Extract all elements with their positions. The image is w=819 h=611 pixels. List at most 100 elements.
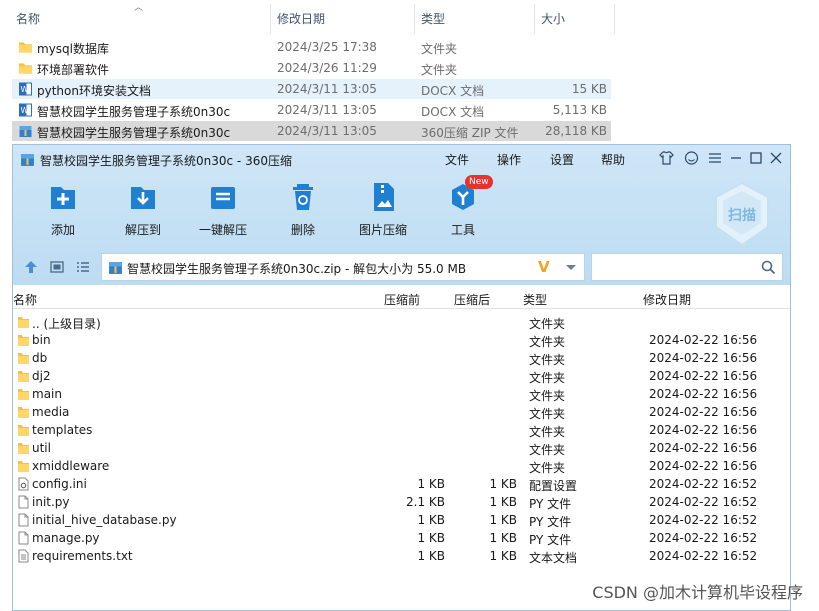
column-date[interactable]: 修改日期 <box>643 291 691 308</box>
item-name: util <box>32 441 51 455</box>
item-type: 配置设置 <box>529 479 578 493</box>
list-item[interactable]: xmiddleware 文件夹 2024-02-22 16:56 <box>13 457 790 475</box>
column-type[interactable]: 类型 <box>421 10 445 27</box>
scan-button[interactable]: 扫描 <box>707 179 777 249</box>
column-name[interactable]: 名称 <box>13 291 37 308</box>
search-input[interactable] <box>591 253 783 281</box>
list-item[interactable]: dj2 文件夹 2024-02-22 16:56 <box>13 367 790 385</box>
column-date[interactable]: 修改日期 <box>277 10 325 27</box>
zip-archive-icon <box>21 154 34 166</box>
minimize-icon[interactable] <box>728 150 744 166</box>
explorer-column-header: ︿ 名称 修改日期 类型 大小 <box>0 0 615 34</box>
file-date: 2024/3/26 11:29 <box>277 61 377 75</box>
word-doc-icon: W <box>19 103 32 117</box>
menu-icon[interactable] <box>707 150 723 166</box>
item-date: 2024-02-22 16:56 <box>649 423 758 437</box>
list-item[interactable]: config.ini 1 KB 1 KB 配置设置 2024-02-22 16:… <box>13 475 790 493</box>
file-type: 文件夹 <box>421 63 458 77</box>
item-type: 文件夹 <box>529 461 566 475</box>
item-type: PY 文件 <box>529 515 572 529</box>
list-view-icon[interactable] <box>76 260 90 274</box>
list-item[interactable]: bin 文件夹 2024-02-22 16:56 <box>13 331 790 349</box>
explorer-row-env[interactable]: 环境部署软件 2024/3/26 11:29 文件夹 <box>12 58 611 78</box>
item-size-before: 1 KB <box>417 531 445 545</box>
column-type[interactable]: 类型 <box>523 291 547 308</box>
archive-list-header: 名称 压缩前 压缩后 类型 修改日期 <box>13 287 790 309</box>
skin-icon[interactable] <box>658 150 674 166</box>
archive-path-field[interactable]: 智慧校园学生服务管理子系统0n30c.zip - 解包大小为 55.0 MB V <box>101 253 585 281</box>
list-item[interactable]: requirements.txt 1 KB 1 KB 文本文档 2024-02-… <box>13 547 790 565</box>
folder-icon <box>18 389 29 400</box>
list-item[interactable]: templates 文件夹 2024-02-22 16:56 <box>13 421 790 439</box>
item-size-before: 1 KB <box>417 549 445 563</box>
column-before[interactable]: 压缩前 <box>384 291 420 308</box>
file-name: 环境部署软件 <box>37 63 110 77</box>
extract-to-button[interactable]: 解压到 <box>111 181 175 241</box>
column-name[interactable]: 名称 <box>16 10 40 27</box>
explorer-row-python-doc[interactable]: W python环境安装文档 2024/3/11 13:05 DOCX 文档 1… <box>12 79 611 99</box>
extract-to-label: 解压到 <box>124 223 161 237</box>
file-name: 智慧校园学生服务管理子系统0n30c <box>37 126 231 140</box>
item-name: xmiddleware <box>32 459 110 473</box>
column-divider[interactable] <box>614 4 615 34</box>
column-divider[interactable] <box>414 4 415 34</box>
list-item[interactable]: init.py 2.1 KB 1 KB PY 文件 2024-02-22 16:… <box>13 493 790 511</box>
file-explorer: ︿ 名称 修改日期 类型 大小 mysql数据库 2024/3/25 17:38… <box>0 0 819 150</box>
feedback-icon[interactable] <box>683 150 699 166</box>
one-click-extract-button[interactable]: 一键解压 <box>191 181 255 241</box>
item-size-before: 2.1 KB <box>406 495 445 509</box>
file-name: 智慧校园学生服务管理子系统0n30c <box>37 105 231 119</box>
new-badge: New <box>465 175 493 189</box>
folder-icon <box>18 335 29 346</box>
image-compress-button[interactable]: 图片压缩 <box>351 181 415 241</box>
close-icon[interactable] <box>768 150 784 166</box>
menu-help[interactable]: 帮助 <box>601 151 625 168</box>
delete-button[interactable]: 删除 <box>271 181 335 241</box>
image-compress-label: 图片压缩 <box>358 223 407 237</box>
title-bar[interactable]: 智慧校园学生服务管理子系统0n30c - 360压缩 文件 操作 设置 帮助 <box>13 145 790 173</box>
item-type: 文件夹 <box>529 389 566 403</box>
scan-label: 扫描 <box>728 208 756 224</box>
list-item[interactable]: main 文件夹 2024-02-22 16:56 <box>13 385 790 403</box>
search-icon[interactable] <box>761 260 776 275</box>
chevron-down-icon[interactable] <box>564 260 578 274</box>
window-title: 智慧校园学生服务管理子系统0n30c - 360压缩 <box>40 154 292 168</box>
item-size-after: 1 KB <box>489 495 517 509</box>
item-size-after: 1 KB <box>489 477 517 491</box>
add-button[interactable]: 添加 <box>31 181 95 241</box>
list-item[interactable]: db 文件夹 2024-02-22 16:56 <box>13 349 790 367</box>
list-item[interactable]: media 文件夹 2024-02-22 16:56 <box>13 403 790 421</box>
thumbnail-view-icon[interactable] <box>50 260 64 274</box>
item-date: 2024-02-22 16:56 <box>649 351 758 365</box>
explorer-row-system-zip[interactable]: 智慧校园学生服务管理子系统0n30c 2024/3/11 13:05 360压缩… <box>12 121 611 141</box>
column-divider[interactable] <box>534 4 535 34</box>
folder-icon <box>18 407 29 418</box>
menu-file[interactable]: 文件 <box>445 151 469 168</box>
list-item[interactable]: manage.py 1 KB 1 KB PY 文件 2024-02-22 16:… <box>13 529 790 547</box>
item-date: 2024-02-22 16:52 <box>649 495 758 509</box>
item-type: PY 文件 <box>529 497 572 511</box>
column-size[interactable]: 大小 <box>541 10 565 27</box>
folder-icon <box>18 461 29 472</box>
list-item[interactable]: util 文件夹 2024-02-22 16:56 <box>13 439 790 457</box>
up-arrow-icon[interactable] <box>24 260 38 274</box>
item-date: 2024-02-22 16:56 <box>649 441 758 455</box>
explorer-row-mysql[interactable]: mysql数据库 2024/3/25 17:38 文件夹 <box>12 37 611 57</box>
tools-button[interactable]: 工具 <box>431 181 495 241</box>
sort-up-icon: ︿ <box>134 3 144 13</box>
maximize-icon[interactable] <box>748 150 764 166</box>
file-date: 2024/3/11 13:05 <box>277 103 377 117</box>
list-item[interactable]: initial_hive_database.py 1 KB 1 KB PY 文件… <box>13 511 790 529</box>
item-type: 文件夹 <box>529 443 566 457</box>
item-date: 2024-02-22 16:56 <box>649 369 758 383</box>
menu-settings[interactable]: 设置 <box>550 151 574 168</box>
menu-operate[interactable]: 操作 <box>497 151 521 168</box>
column-divider[interactable] <box>270 4 271 34</box>
item-date: 2024-02-22 16:52 <box>649 513 758 527</box>
svg-text:W: W <box>21 106 29 115</box>
column-after[interactable]: 压缩后 <box>454 291 490 308</box>
explorer-row-system-doc[interactable]: W 智慧校园学生服务管理子系统0n30c 2024/3/11 13:05 DOC… <box>12 100 611 120</box>
folder-icon <box>18 42 33 53</box>
archive-path: 智慧校园学生服务管理子系统0n30c.zip - 解包大小为 55.0 MB <box>127 262 467 276</box>
list-item[interactable]: .. (上级目录) 文件夹 <box>13 313 790 331</box>
